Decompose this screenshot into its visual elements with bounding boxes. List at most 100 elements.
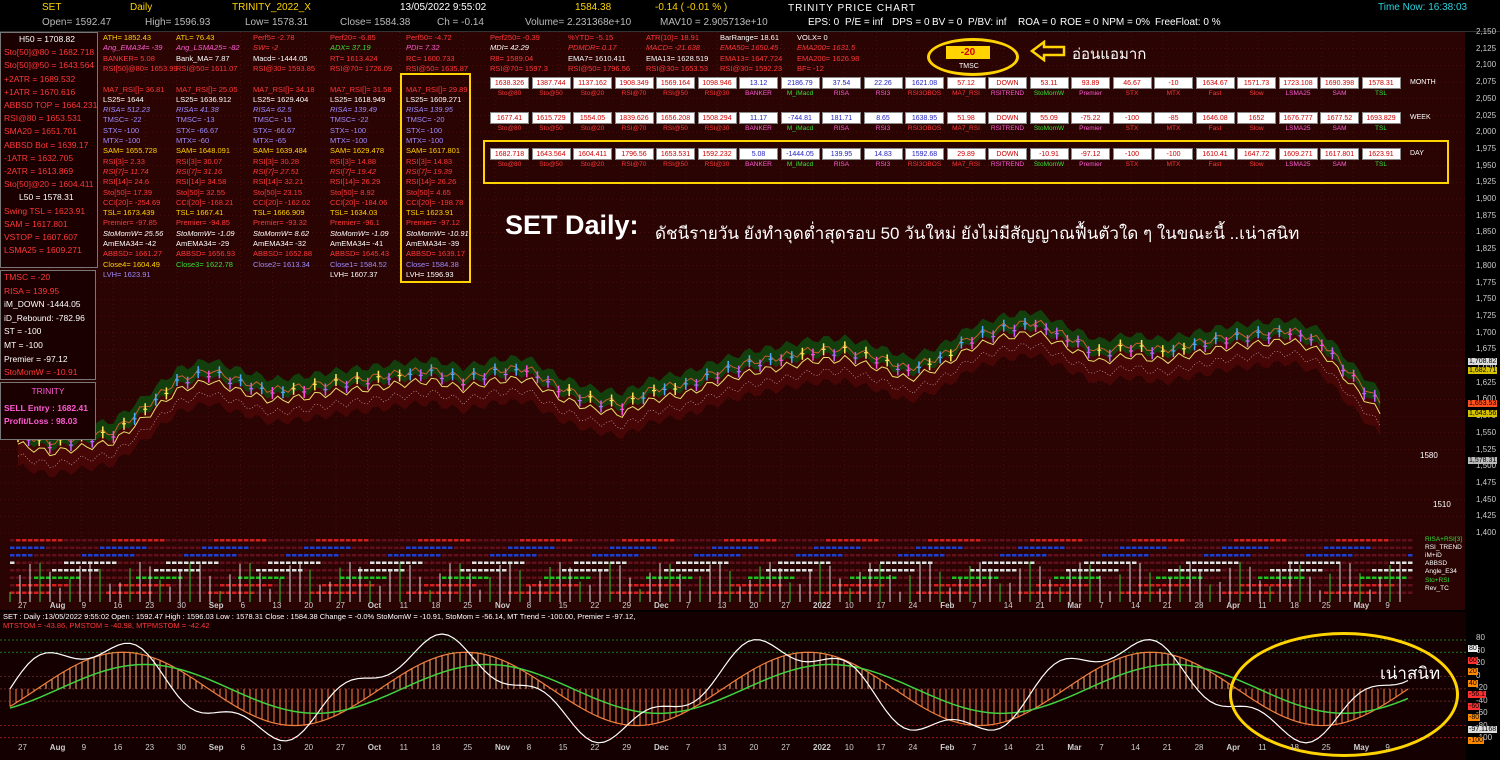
axis-tick-21: 1,625 (1476, 377, 1497, 387)
indicator-bar (292, 569, 297, 572)
indicator-bar (874, 546, 879, 549)
indicator-bar (754, 554, 759, 557)
indicator-bar (1390, 569, 1395, 572)
indicator-bar (424, 546, 429, 549)
indicator-bar (712, 554, 717, 557)
indicator-bar (526, 546, 531, 549)
indicator-bar (490, 546, 495, 549)
col-3-18: Premier= -96.1 (330, 218, 380, 228)
indicator-bar (538, 546, 543, 549)
indicator-bar (538, 569, 543, 572)
col-0-9: STX= -100 (103, 125, 140, 135)
indicator-bar (166, 576, 171, 579)
change: -0.14 ( -0.01 % ) (655, 2, 728, 13)
period: Daily (130, 2, 153, 13)
indicator-bar (1060, 554, 1065, 557)
indicator-bar (16, 561, 21, 564)
indicator-bar (424, 584, 429, 587)
indicator-bar (562, 591, 567, 594)
indicator-bar (1360, 584, 1365, 587)
indicator-bar (646, 546, 651, 549)
col-3-6: LS25= 1618.949 (330, 94, 386, 104)
indicator-bar (802, 539, 807, 542)
indicator-bar (1330, 546, 1335, 549)
indicator-bar (130, 576, 135, 579)
table-month-label-19: LSMA25 (1285, 90, 1311, 97)
x-label-bottom-4: 23 (145, 743, 155, 752)
indicator-bar (274, 539, 279, 542)
indicator-bar (130, 569, 135, 572)
table-month-label-8: RISA (833, 90, 850, 97)
x-label-32: 21 (1035, 601, 1045, 610)
indicator-bar (250, 569, 255, 572)
indicator-bar (232, 584, 237, 587)
indicator-bar (118, 569, 123, 572)
indicator-bar (244, 561, 249, 564)
indicator-bar (856, 554, 861, 557)
x-label-10: 27 (336, 601, 345, 610)
indicator-bar (652, 584, 657, 587)
indicator-bar (802, 576, 807, 579)
indicator-bar (1198, 561, 1203, 564)
indicator-bar (166, 554, 171, 557)
table-month-label-11: MA7_RSI (952, 90, 980, 97)
indicator-bar (814, 569, 819, 572)
indicator-bar (304, 539, 309, 542)
x-label-18: 22 (590, 601, 600, 610)
indicator-bar (994, 584, 999, 587)
indicator-bar (376, 576, 381, 579)
indicator-bar (682, 561, 687, 564)
col-2-19: StoMomW= 8.62 (253, 228, 310, 238)
col-0-5: MA7_RSI[]= 36.81 (103, 84, 165, 94)
indicator-bar (1084, 569, 1089, 572)
col-3-19: StoMomW= -1.09 (330, 228, 389, 238)
col-7-2: EMA13= 1628.519 (646, 53, 709, 63)
indicator-bar (142, 561, 147, 564)
indicator-bar (988, 554, 993, 557)
indicator-bar (1066, 539, 1071, 542)
indicator-bar (202, 561, 207, 564)
indicator-bar (1354, 561, 1359, 564)
indicator-bar (982, 554, 987, 557)
indicator-bar (58, 561, 63, 564)
indicator-bar (1132, 539, 1137, 542)
indicator-bar (172, 554, 177, 557)
indicator-legend-1: RSI_TREND (1425, 544, 1462, 552)
indicator-bar (1144, 569, 1149, 572)
indicator-bar (166, 539, 171, 542)
indicator-bar (1000, 554, 1005, 557)
indicator-bar (1132, 554, 1137, 557)
axis-tick-18: 1,700 (1476, 327, 1497, 337)
indicator-bar (1114, 546, 1119, 549)
indicator-bar (244, 591, 249, 594)
indicator-bar (52, 539, 57, 542)
indicator-bar (202, 546, 207, 549)
indicator-bar (934, 591, 939, 594)
indicator-bar (418, 569, 423, 572)
indicator-bar (850, 576, 855, 579)
table-week-cell-19: 1676.777 (1278, 112, 1318, 124)
indicator-bar (1018, 554, 1023, 557)
indicator-bar (490, 561, 495, 564)
indicator-bar (484, 546, 489, 549)
indicator-bar (1042, 546, 1047, 549)
indicator-bar (262, 591, 267, 594)
indicator-bar (208, 569, 213, 572)
indicator-bar (556, 546, 561, 549)
high: High= 1596.93 (145, 17, 211, 28)
indicator-bar (802, 546, 807, 549)
indicator-bar (772, 584, 777, 587)
indicator-bar (694, 569, 699, 572)
col-2-12: RSI[3]= 30.28 (253, 156, 300, 166)
indicator-bar (874, 561, 879, 564)
indicator-bar (1324, 591, 1329, 594)
indicator-bar (1012, 584, 1017, 587)
indicator-bar (106, 576, 111, 579)
indicator-bar (466, 554, 471, 557)
col-8-3: RSI@30= 1592.23 (720, 63, 783, 73)
indicator-bar (142, 584, 147, 587)
indicator-bar (742, 561, 747, 564)
indicator-bar (1348, 554, 1353, 557)
indicator-bar (244, 546, 249, 549)
indicator-bar (490, 584, 495, 587)
